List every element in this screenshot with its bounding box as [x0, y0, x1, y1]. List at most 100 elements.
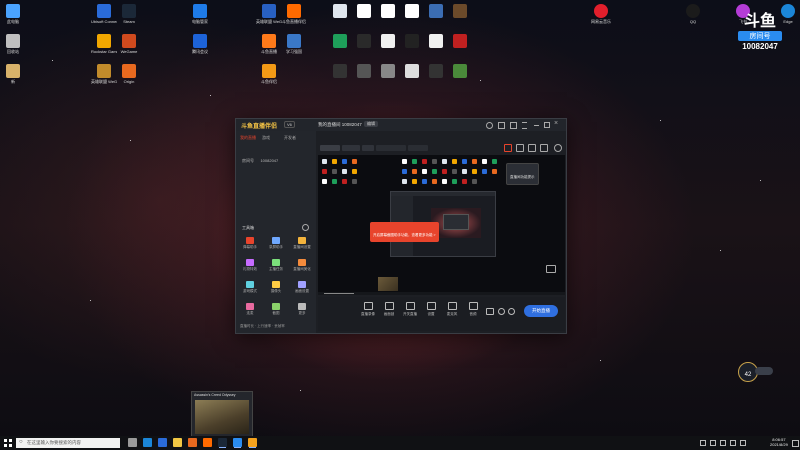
scene-tab[interactable] — [376, 145, 406, 151]
taskbar-thumbnail[interactable]: Assassin's Creed Odyssey — [191, 391, 253, 438]
tool-button[interactable]: 直播间美化 — [292, 259, 312, 272]
desktop-icon[interactable]: 学习强国 — [281, 34, 307, 54]
desktop-icon[interactable]: 斗鱼直播伴侣 — [281, 4, 307, 24]
volume-icon[interactable] — [546, 265, 556, 273]
desktop-icon[interactable] — [429, 64, 443, 78]
tool-button[interactable]: 弹幕助手 — [240, 237, 260, 250]
taskbar-app[interactable] — [128, 438, 137, 447]
desktop-icon[interactable]: 英雄联盟 WeGame — [256, 4, 282, 24]
desktop-icon[interactable] — [405, 4, 419, 18]
share-icon[interactable] — [554, 144, 562, 152]
desktop-icon[interactable] — [357, 34, 371, 48]
bottom-tab[interactable]: 设置 — [421, 302, 441, 317]
preview-scrollbar[interactable] — [318, 292, 565, 295]
pin-icon[interactable] — [486, 122, 493, 129]
bottom-tab[interactable]: 开关直播 — [400, 302, 420, 317]
taskbar-app[interactable] — [158, 438, 167, 447]
desktop-icon[interactable]: Rockstar Games... — [91, 34, 117, 54]
tray-icons[interactable] — [700, 440, 760, 446]
desktop-icon[interactable]: Origin — [116, 64, 142, 84]
desktop-icon[interactable]: 新 — [0, 64, 26, 84]
scene-tab[interactable] — [362, 145, 374, 151]
scene-tab[interactable] — [408, 145, 428, 151]
tool-button[interactable]: 连麦 — [240, 303, 260, 316]
bottom-tab[interactable]: 画面锁 — [379, 302, 399, 317]
desktop-icon[interactable]: 回收站 — [0, 34, 26, 54]
desktop-icon[interactable] — [429, 34, 443, 48]
version-badge[interactable]: V6 — [284, 121, 295, 128]
tool-button[interactable]: 画面设置 — [292, 281, 312, 294]
desktop-icon[interactable] — [429, 4, 443, 18]
tool-button[interactable]: 游戏模式 — [240, 281, 260, 294]
desktop-icon[interactable]: 英雄联盟 WeGame — [91, 64, 117, 84]
desktop-icon[interactable] — [357, 64, 371, 78]
camera-icon[interactable] — [486, 308, 494, 315]
desktop-icon[interactable] — [381, 4, 395, 18]
skin-icon[interactable] — [510, 122, 517, 129]
desktop-icon[interactable]: 此电脑 — [0, 4, 26, 24]
tool-button[interactable]: 录屏助手 — [266, 237, 286, 250]
desktop-icon[interactable] — [381, 64, 395, 78]
settings-icon[interactable] — [498, 122, 505, 129]
floating-tab[interactable] — [755, 367, 773, 375]
desktop-icon[interactable]: Steam — [116, 4, 142, 24]
tab-2[interactable]: 开发者 — [284, 135, 296, 141]
toolbox-refresh-icon[interactable] — [302, 224, 309, 231]
desktop-icon[interactable]: 斗鱼伴侣 — [256, 64, 282, 84]
maximize-icon[interactable] — [544, 122, 550, 128]
bottom-tab[interactable]: 直播录像 — [358, 302, 378, 317]
taskbar-app[interactable] — [248, 438, 257, 447]
desktop-icon[interactable] — [357, 4, 371, 18]
tool-button[interactable]: 摄像头 — [266, 281, 286, 294]
close-icon[interactable]: × — [554, 120, 558, 127]
tool-button[interactable]: 更多 — [292, 303, 312, 316]
taskbar-app[interactable] — [218, 438, 227, 447]
toolbar-icon[interactable] — [540, 144, 548, 152]
search-input[interactable]: 在这里输入你要搜索的内容 — [27, 440, 81, 446]
desktop-icon[interactable]: QQ — [680, 4, 706, 24]
menu-icon[interactable] — [522, 122, 527, 129]
desktop-icon[interactable]: 斗鱼直播 — [256, 34, 282, 54]
tab-0[interactable]: 我的直播 — [240, 135, 256, 141]
desktop-icon[interactable] — [405, 64, 419, 78]
desktop-icon[interactable]: WeGame — [116, 34, 142, 54]
bottom-tab[interactable]: 音频 — [463, 302, 483, 317]
taskbar-app[interactable] — [173, 438, 182, 447]
toolbar-icon[interactable] — [528, 144, 536, 152]
scene-tab[interactable] — [320, 145, 340, 151]
desktop-icon[interactable] — [405, 34, 419, 48]
taskbar-app[interactable] — [188, 438, 197, 447]
tool-button[interactable]: 截图 — [266, 303, 286, 316]
desktop-icon[interactable]: 电脑管家 — [187, 4, 213, 24]
scene-tab[interactable] — [342, 145, 360, 151]
notification-icon[interactable] — [792, 440, 799, 447]
desktop-icon[interactable] — [453, 4, 467, 18]
beauty-icon[interactable] — [498, 308, 505, 315]
tab-1[interactable]: 游戏 — [262, 135, 270, 141]
desktop-icon[interactable] — [381, 34, 395, 48]
desktop-icon[interactable] — [453, 34, 467, 48]
start-button[interactable] — [4, 439, 12, 447]
tool-button[interactable]: 直播间设置 — [292, 237, 312, 250]
gear-icon[interactable] — [508, 308, 515, 315]
tool-button[interactable]: 主播任务 — [266, 259, 286, 272]
desktop-icon[interactable]: 网易云音乐 — [588, 4, 614, 24]
taskbar-app[interactable] — [203, 438, 212, 447]
taskbar-search[interactable]: ○ 在这里输入你要搜索的内容 — [16, 438, 120, 448]
taskbar-app[interactable] — [233, 438, 242, 447]
bottom-tab[interactable]: 麦克风 — [442, 302, 462, 317]
toolbar-icon[interactable] — [504, 144, 512, 152]
desktop-icon[interactable] — [333, 4, 347, 18]
tip-popup[interactable]: 开启屏幕截图助手功能，查看更多功能 > — [370, 222, 439, 242]
desktop-icon[interactable] — [333, 64, 347, 78]
tool-button[interactable]: 礼物特效 — [240, 259, 260, 272]
live-preview[interactable]: 开启屏幕截图助手功能，查看更多功能 > 直播间功能提示 — [318, 155, 565, 295]
side-popup[interactable]: 直播间功能提示 — [506, 163, 539, 185]
toolbar-icon[interactable] — [516, 144, 524, 152]
minimize-icon[interactable] — [534, 125, 539, 126]
desktop-icon[interactable]: 腾讯会议 — [187, 34, 213, 54]
taskbar-app[interactable] — [143, 438, 152, 447]
edit-button[interactable]: 编辑 — [364, 121, 378, 127]
desktop-icon[interactable] — [453, 64, 467, 78]
start-live-button[interactable]: 开始直播 — [524, 305, 558, 317]
